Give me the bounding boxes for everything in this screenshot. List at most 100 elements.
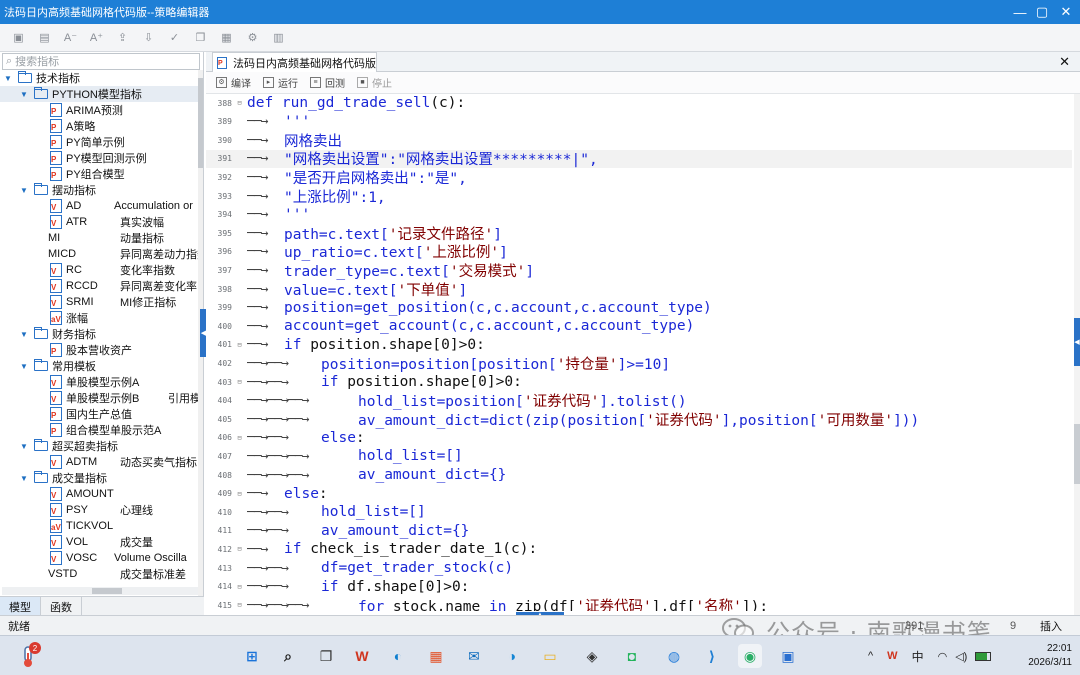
tree-item[interactable]: V AD Accumulation or: [0, 198, 198, 214]
tray-chevron-icon[interactable]: ^: [868, 650, 873, 662]
search-input[interactable]: [15, 55, 186, 68]
font-increase-icon[interactable]: A⁺: [88, 29, 105, 46]
copy-icon[interactable]: ❐: [192, 29, 209, 46]
tree-item[interactable]: P A策略: [0, 118, 198, 134]
tree-item[interactable]: P PY模型回测示例: [0, 150, 198, 166]
expand-arrow-icon[interactable]: ▼: [4, 74, 14, 83]
vscode-icon[interactable]: ⟩: [700, 644, 724, 668]
code-line[interactable]: 394 ──→ ''': [206, 206, 1072, 224]
wifi-icon[interactable]: ◠: [938, 650, 948, 663]
fold-toggle-icon[interactable]: ⊟: [232, 378, 247, 386]
windows-icon[interactable]: ⊞: [240, 644, 264, 668]
import-icon[interactable]: ⇪: [114, 29, 131, 46]
code-line[interactable]: 388 ⊟ def run_gd_trade_sell(c):: [206, 94, 1072, 112]
expand-arrow-icon[interactable]: ▼: [20, 330, 30, 339]
tree-item[interactable]: V AMOUNT: [0, 486, 198, 502]
check-icon[interactable]: ✓: [166, 29, 183, 46]
weather-widget[interactable]: 2: [16, 642, 42, 669]
tree-horizontal-scrollbar[interactable]: [2, 587, 198, 595]
volume-icon[interactable]: ◁): [955, 650, 967, 663]
tree-item[interactable]: aV 涨幅: [0, 310, 198, 326]
wps-icon[interactable]: W: [350, 644, 374, 668]
tree-item[interactable]: V PSY 心理线: [0, 502, 198, 518]
save-icon[interactable]: ▣: [10, 29, 27, 46]
tree-item[interactable]: MICD 异同离差动力指数: [0, 246, 198, 262]
save-as-icon[interactable]: ▤: [36, 29, 53, 46]
code-line[interactable]: 408 ──→──→──→ av_amount_dict={}: [206, 466, 1072, 484]
fold-toggle-icon[interactable]: ⊟: [232, 583, 247, 591]
fold-toggle-icon[interactable]: ⊟: [232, 434, 247, 442]
wechat-icon[interactable]: ◉: [738, 644, 762, 668]
search-icon[interactable]: ⌕: [276, 644, 300, 668]
code-line[interactable]: 400 ──→ account=get_account(c,c.account,c.…: [206, 317, 1072, 335]
font-decrease-icon[interactable]: A⁻: [62, 29, 79, 46]
fold-toggle-icon[interactable]: ⊟: [232, 490, 247, 498]
close-tab-icon[interactable]: ✕: [1059, 54, 1070, 70]
maximize-icon[interactable]: ▢: [1030, 0, 1054, 24]
editor-tab[interactable]: P 法码日内高频基础网格代码版: [212, 52, 377, 72]
tree-item[interactable]: V VOL 成交量: [0, 534, 198, 550]
code-line[interactable]: 411 ──→──→ av_amount_dict={}: [206, 522, 1072, 540]
settings-icon[interactable]: ⚙: [244, 29, 261, 46]
code-line[interactable]: 409 ⊟ ──→ else:: [206, 485, 1072, 503]
battery-icon[interactable]: [975, 651, 992, 661]
tree-item[interactable]: V RC 变化率指数: [0, 262, 198, 278]
tree-item[interactable]: V RCCD 异同离差变化率: [0, 278, 198, 294]
run-button[interactable]: ▸ 运行: [263, 75, 298, 90]
task-view-icon[interactable]: ❐: [314, 644, 338, 668]
code-line[interactable]: 401 ⊟ ──→ if position.shape[0]>0:: [206, 336, 1072, 354]
expand-arrow-icon[interactable]: ▼: [20, 90, 30, 99]
tree-folder[interactable]: ▼ 成交量指标: [0, 470, 198, 486]
tree-item[interactable]: VSTD 成交量标准差: [0, 566, 198, 582]
tree-folder[interactable]: ▼ 摆动指标: [0, 182, 198, 198]
tree-item[interactable]: V VOSC Volume Oscilla: [0, 550, 198, 566]
tree-item[interactable]: P ARIMA预测: [0, 102, 198, 118]
code-line[interactable]: 389 ──→ ''': [206, 113, 1072, 131]
tree-item[interactable]: V ADTM 动态买卖气指标: [0, 454, 198, 470]
code-line[interactable]: 403 ⊟ ──→──→ if position.shape[0]>0:: [206, 373, 1072, 391]
tab-model[interactable]: 模型: [0, 597, 41, 616]
tree-item[interactable]: MI 动量指标: [0, 230, 198, 246]
fold-toggle-icon[interactable]: ⊟: [232, 99, 247, 107]
ime-indicator[interactable]: 中: [912, 648, 924, 665]
clock[interactable]: 22:01 2026/3/11: [1028, 642, 1072, 670]
scrollbar-thumb[interactable]: [198, 78, 203, 168]
tree-item[interactable]: aV TICKVOL: [0, 518, 198, 534]
doc-icon[interactable]: ▦: [218, 29, 235, 46]
expand-arrow-icon[interactable]: ▼: [20, 186, 30, 195]
tree-item[interactable]: P PY简单示例: [0, 134, 198, 150]
code-line[interactable]: 406 ⊟ ──→──→ else:: [206, 429, 1072, 447]
code-line[interactable]: 405 ──→──→──→ av_amount_dict=dict(zip(posi…: [206, 410, 1072, 429]
expand-arrow-icon[interactable]: ▼: [20, 362, 30, 371]
tray-app-icon[interactable]: W: [887, 650, 897, 662]
backtest-button[interactable]: ≡ 回测: [310, 75, 345, 90]
code-line[interactable]: 391 ──→ "网格卖出设置":"网格卖出设置*********|",: [206, 149, 1072, 168]
fold-toggle-icon[interactable]: ⊟: [232, 341, 247, 349]
expand-arrow-icon[interactable]: ▼: [20, 474, 30, 483]
photo-app-icon[interactable]: ▣: [776, 644, 800, 668]
tree-item[interactable]: V SRMI MI修正指标: [0, 294, 198, 310]
code-line[interactable]: 412 ⊟ ──→ if check_is_trader_date_1(c):: [206, 540, 1072, 558]
code-line[interactable]: 410 ──→──→ hold_list=[]: [206, 503, 1072, 521]
scrollbar-thumb[interactable]: [1074, 424, 1080, 484]
right-splitter-handle[interactable]: ◀: [1074, 318, 1080, 366]
code-line[interactable]: 414 ⊟ ──→──→ if df.shape[0]>0:: [206, 578, 1072, 596]
code-line[interactable]: 390 ──→ 网格卖出: [206, 131, 1072, 150]
tree-item[interactable]: V 单股模型示例A: [0, 374, 198, 390]
code-line[interactable]: 415 ⊟ ──→──→──→ for stock,name in zip(df['证…: [206, 596, 1072, 611]
tree-folder[interactable]: ▼ 常用模板: [0, 358, 198, 374]
code-area[interactable]: 388 ⊟ def run_gd_trade_sell(c): 389 ──→ ''' 39…: [206, 94, 1074, 611]
code-line[interactable]: 399 ──→ position=get_position(c,c.account,…: [206, 299, 1072, 317]
doc-settings-icon[interactable]: ▥: [270, 29, 287, 46]
tree-item[interactable]: P PY组合模型: [0, 166, 198, 182]
tree-item[interactable]: V ATR 真实波幅: [0, 214, 198, 230]
edge-icon[interactable]: ◐: [386, 644, 410, 668]
store-icon[interactable]: ▦: [424, 644, 448, 668]
code-line[interactable]: 397 ──→ trader_type=c.text['交易模式']: [206, 261, 1072, 280]
tree-item[interactable]: P 组合模型单股示范A: [0, 422, 198, 438]
expand-arrow-icon[interactable]: ▼: [20, 442, 30, 451]
chart-app-icon[interactable]: ◍: [662, 644, 686, 668]
code-line[interactable]: 398 ──→ value=c.text['下单值']: [206, 280, 1072, 299]
outlook-icon[interactable]: ✉: [462, 644, 486, 668]
stop-button[interactable]: ■ 停止: [357, 75, 392, 90]
